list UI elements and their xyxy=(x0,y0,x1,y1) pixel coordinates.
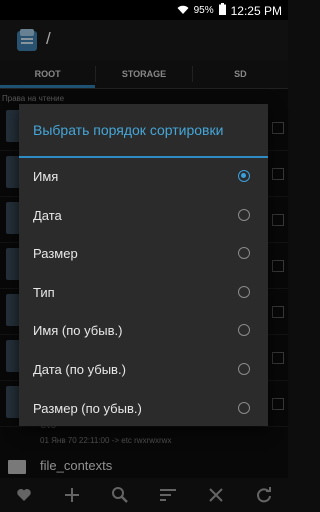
sort-option-name-desc[interactable]: Имя (по убыв.) xyxy=(19,312,268,351)
battery-icon xyxy=(218,3,226,18)
option-label: Размер xyxy=(33,246,78,262)
option-label: Дата xyxy=(33,207,62,223)
radio-button[interactable] xyxy=(238,247,250,260)
option-label: Имя (по убыв.) xyxy=(33,323,123,339)
dialog-title: Выбрать порядок сортировки xyxy=(33,122,224,138)
radio-button[interactable] xyxy=(238,208,250,221)
option-label: Имя xyxy=(33,169,59,184)
radio-button[interactable] xyxy=(238,285,250,298)
status-bar: 95% 12:25 PM xyxy=(0,0,288,20)
wifi-icon xyxy=(177,4,189,18)
sort-option-size-desc[interactable]: Размер (по убыв.) xyxy=(19,390,268,429)
option-label: Размер (по убыв.) xyxy=(33,400,142,416)
option-label: Дата (по убыв.) xyxy=(33,361,126,377)
clock: 12:25 PM xyxy=(230,3,282,18)
sort-order-dialog: Выбрать порядок сортировки Имя Дата Разм… xyxy=(19,104,268,426)
radio-button[interactable] xyxy=(238,362,250,375)
radio-button[interactable] xyxy=(238,401,250,414)
radio-button-selected[interactable] xyxy=(238,170,250,182)
radio-button[interactable] xyxy=(238,324,250,337)
sort-option-type[interactable]: Тип xyxy=(19,274,268,313)
sort-option-name[interactable]: Имя xyxy=(19,158,268,197)
sort-option-date[interactable]: Дата xyxy=(19,197,268,236)
battery-percent: 95% xyxy=(193,5,214,16)
option-label: Тип xyxy=(33,284,55,300)
sort-option-size[interactable]: Размер xyxy=(19,235,268,274)
sort-option-date-desc[interactable]: Дата (по убыв.) xyxy=(19,351,268,390)
